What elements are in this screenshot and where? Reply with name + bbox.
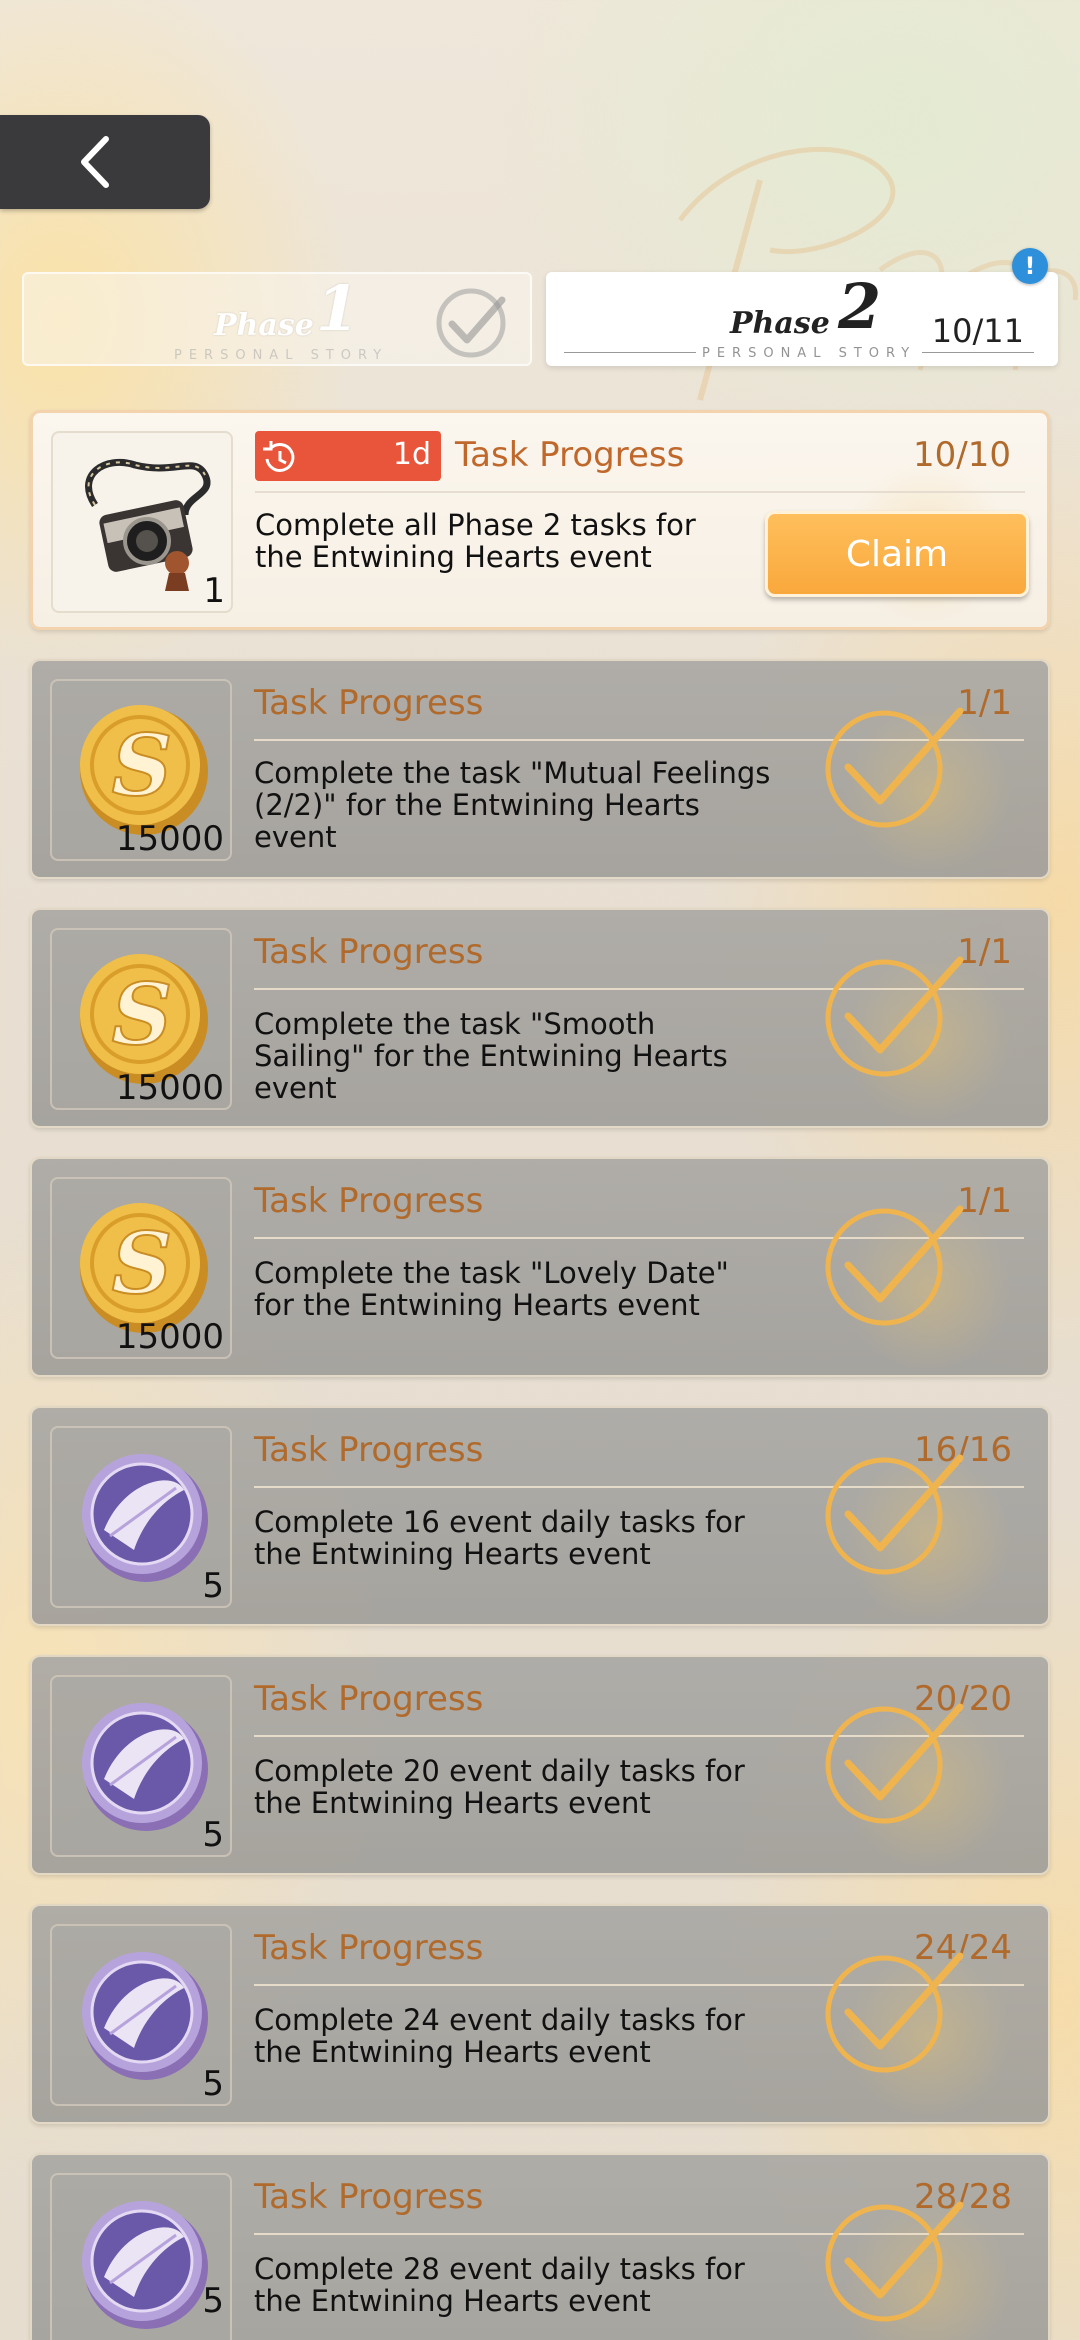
task-card-completed: 5 Task Progress 20/20 Complete 20 event … <box>30 1655 1050 1875</box>
reward-count: 1 <box>203 571 225 611</box>
claim-button[interactable]: Claim <box>765 511 1029 597</box>
svg-text:S: S <box>112 716 173 815</box>
task-title: Task Progress <box>254 683 484 723</box>
svg-text:S: S <box>112 1214 173 1313</box>
phase-complete-check-icon <box>436 288 506 358</box>
task-description: Complete the task "Mutual Feelings (2/2)… <box>254 756 771 854</box>
task-card-completed: S 15000 Task Progress 1/1 Complete the t… <box>30 1157 1050 1377</box>
task-title: Task Progress <box>254 1928 484 1968</box>
timer-icon <box>263 441 295 472</box>
reward-box[interactable]: S 15000 <box>50 679 232 861</box>
completed-check-icon <box>825 707 964 828</box>
task-description: Complete the task "Smooth Sailing" for t… <box>254 1007 728 1105</box>
task-description: Complete 24 event daily tasks for the En… <box>254 2003 745 2069</box>
completed-check-icon <box>825 1952 964 2073</box>
task-title: Task Progress <box>254 1679 484 1719</box>
task-divider <box>255 491 1025 493</box>
reward-count: 5 <box>202 2064 224 2104</box>
phase-2-subtitle: PERSONAL STORY <box>696 346 923 361</box>
feather-token-icon <box>82 2201 208 2329</box>
phase-2-number: 2 <box>838 270 882 343</box>
timer-text: 1d <box>392 437 431 472</box>
task-card-completed: S 15000 Task Progress 1/1 Complete the t… <box>30 659 1050 879</box>
tab-phase-2[interactable]: Phase 2 PERSONAL STORY 10/11 <box>546 272 1058 366</box>
reward-box[interactable]: S 15000 <box>50 928 232 1110</box>
task-card-completed: 5 Task Progress 24/24 Complete 24 event … <box>30 1904 1050 2124</box>
task-description: Complete 16 event daily tasks for the En… <box>254 1505 745 1571</box>
camera-icon <box>85 458 211 591</box>
task-title: Task Progress <box>254 932 484 972</box>
reward-count: 5 <box>202 1815 224 1855</box>
feather-token-icon <box>82 1454 208 1582</box>
task-description: Complete the task "Lovely Date" for the … <box>254 1256 729 1322</box>
reward-count: 5 <box>202 2281 224 2321</box>
tab-phase-1[interactable]: Phase 1 PERSONAL STORY <box>22 272 532 366</box>
task-card-completed: 5 Task Progress 16/16 Complete 16 event … <box>30 1406 1050 1626</box>
feather-token-icon <box>82 1703 208 1831</box>
back-button[interactable] <box>0 115 210 209</box>
reward-box[interactable]: 5 <box>50 1675 232 1857</box>
completed-check-icon <box>825 1205 964 1326</box>
reward-box[interactable]: 5 <box>50 2173 232 2340</box>
task-description: Complete 20 event daily tasks for the En… <box>254 1754 745 1820</box>
task-card-completed: 5 Task Progress 28/28 Complete 28 event … <box>30 2153 1050 2340</box>
reward-box[interactable]: S 15000 <box>50 1177 232 1359</box>
feather-token-icon <box>82 1952 208 2080</box>
reward-box[interactable]: 5 <box>50 1426 232 1608</box>
phase-2-word: Phase <box>730 306 830 341</box>
task-title: Task Progress <box>254 2177 484 2217</box>
completed-check-icon <box>825 1454 964 1575</box>
task-title: Task Progress <box>455 435 685 475</box>
task-card-completed: S 15000 Task Progress 1/1 Complete the t… <box>30 908 1050 1128</box>
phase-2-progress: 10/11 <box>931 312 1024 350</box>
chevron-left-icon <box>81 136 109 188</box>
reward-box[interactable]: 1 <box>51 431 233 613</box>
task-description: Complete all Phase 2 tasks for the Entwi… <box>255 508 696 574</box>
completed-check-icon <box>825 2201 964 2322</box>
task-title: Task Progress <box>254 1430 484 1470</box>
completed-check-icon <box>825 956 964 1077</box>
reward-count: 5 <box>202 1566 224 1606</box>
task-progress: 10/10 <box>913 435 1011 475</box>
phase-1-number: 1 <box>316 272 360 345</box>
reward-count: 15000 <box>115 1317 224 1357</box>
task-card-claimable: 1 1d Task Progress 10/10 Complete all Ph… <box>30 410 1050 630</box>
task-title: Task Progress <box>254 1181 484 1221</box>
reward-count: 15000 <box>115 819 224 859</box>
phase-1-subtitle: PERSONAL STORY <box>174 348 389 363</box>
task-description: Complete 28 event daily tasks for the En… <box>254 2252 745 2318</box>
alert-icon: ! <box>1012 248 1048 284</box>
timer-badge: 1d <box>255 431 441 481</box>
completed-check-icon <box>825 1703 964 1824</box>
svg-text:S: S <box>112 965 173 1064</box>
reward-box[interactable]: 5 <box>50 1924 232 2106</box>
reward-count: 15000 <box>115 1068 224 1108</box>
phase-1-word: Phase <box>214 308 314 343</box>
